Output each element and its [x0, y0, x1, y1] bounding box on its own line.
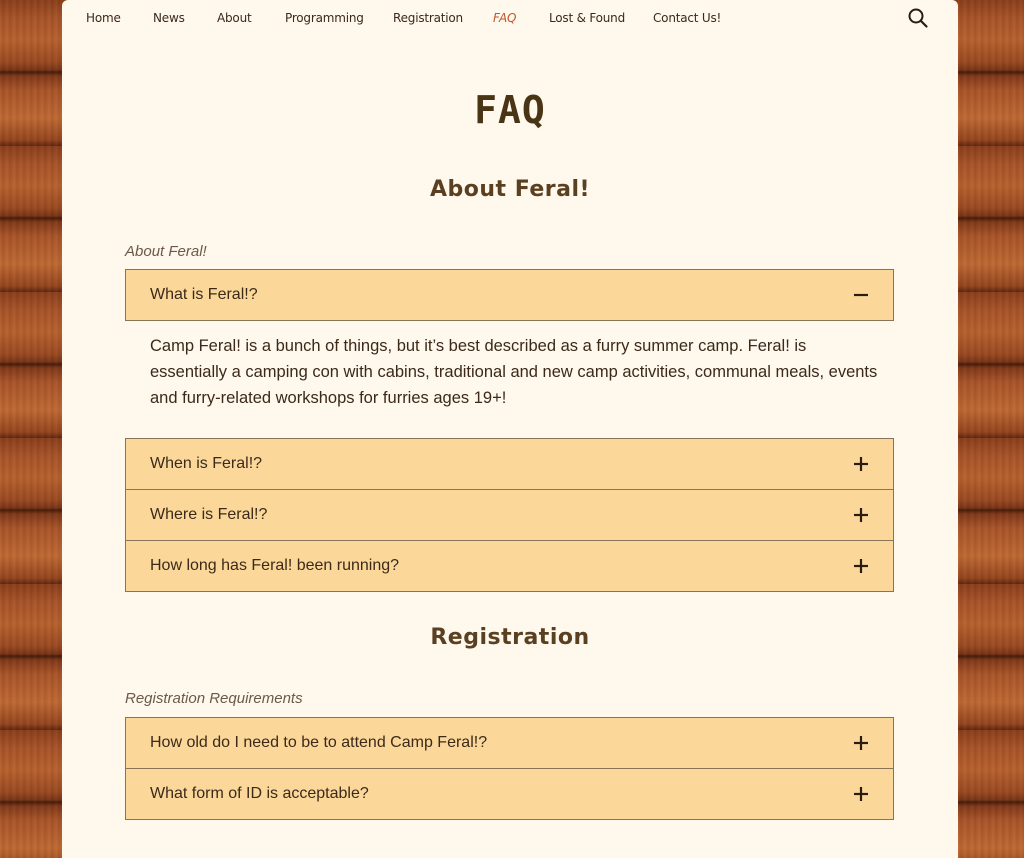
accordion-item[interactable]: Where is Feral!? — [125, 489, 894, 541]
nav-item-about[interactable]: About — [217, 11, 252, 25]
nav-item-registration[interactable]: Registration — [393, 11, 463, 25]
accordion-question: Where is Feral!? — [150, 506, 268, 523]
main-navigation: Home News About Programming Registration… — [62, 0, 958, 38]
search-icon[interactable] — [907, 7, 929, 29]
nav-item-home[interactable]: Home — [86, 11, 121, 25]
accordion-question: How long has Feral! been running? — [150, 557, 400, 574]
page-container: Home News About Programming Registration… — [62, 0, 958, 858]
section-title-registration: Registration — [430, 625, 590, 650]
plus-icon[interactable] — [851, 784, 871, 804]
accordion-question: What form of ID is acceptable? — [150, 785, 369, 802]
wood-background-left — [0, 0, 62, 858]
plus-icon[interactable] — [851, 505, 871, 525]
nav-item-lost-and-found[interactable]: Lost & Found — [549, 11, 625, 25]
plus-icon[interactable] — [851, 733, 871, 753]
minus-icon[interactable] — [851, 285, 871, 305]
nav-item-faq[interactable]: FAQ — [493, 11, 516, 25]
plus-icon[interactable] — [851, 556, 871, 576]
section-title-about-feral: About Feral! — [429, 177, 591, 202]
nav-item-programming[interactable]: Programming — [285, 11, 364, 25]
plus-icon[interactable] — [851, 454, 871, 474]
nav-item-news[interactable]: News — [153, 11, 185, 25]
accordion-item[interactable]: How long has Feral! been running? — [125, 540, 894, 592]
accordion-question: When is Feral!? — [150, 455, 263, 472]
nav-item-contact-us[interactable]: Contact Us! — [653, 11, 721, 25]
group-label-registration: Registration Requirements — [125, 690, 303, 707]
accordion-question: How old do I need to be to attend Camp F… — [150, 734, 488, 751]
accordion-item[interactable]: How old do I need to be to attend Camp F… — [125, 717, 894, 769]
group-label-about-feral: About Feral! — [125, 243, 207, 260]
accordion-item[interactable]: What form of ID is acceptable? — [125, 768, 894, 820]
accordion-item[interactable]: When is Feral!? — [125, 438, 894, 490]
accordion-item[interactable]: What is Feral!? — [125, 269, 894, 321]
page-title: FAQ — [474, 88, 546, 132]
wood-background-right — [958, 0, 1024, 858]
accordion-answer: Camp Feral! is a bunch of things, but it… — [150, 337, 878, 407]
accordion-question: What is Feral!? — [150, 286, 258, 303]
